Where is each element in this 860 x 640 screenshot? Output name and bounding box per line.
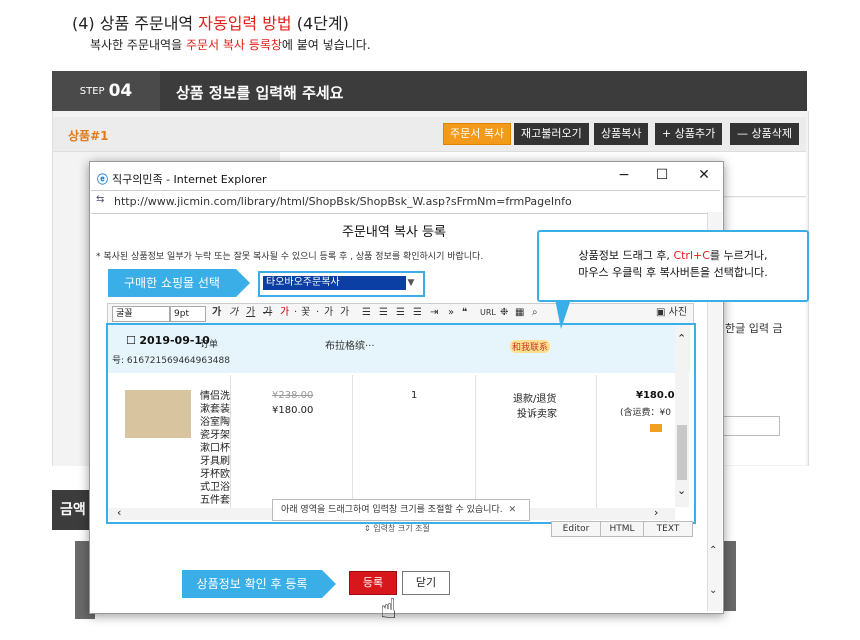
subscript-icon[interactable]: 가 xyxy=(340,306,349,320)
superscript-icon[interactable]: 가 xyxy=(324,306,333,320)
underline-icon[interactable]: 가 xyxy=(246,306,255,320)
close-icon[interactable]: ✕ xyxy=(694,167,714,183)
subheading-highlight: 주문서 복사 등록창 xyxy=(185,38,282,52)
bold-icon[interactable]: 가 xyxy=(212,306,221,320)
column-divider xyxy=(596,375,597,513)
form-hint-text: , 한글 입력 금 xyxy=(718,322,783,335)
page-heading: (4) 상품 주문내역 자동입력 방법 (4단계) xyxy=(72,14,349,33)
ie-window-title: ⓔ 직구의민족 - Internet Explorer xyxy=(97,173,267,186)
product-add-button[interactable]: + 상품추가 xyxy=(655,123,723,145)
mall-select-callout: 구매한 쇼핑몰 선택 xyxy=(108,269,236,297)
heading-highlight: 자동입력 방법 xyxy=(198,14,292,33)
editor-vscroll-thumb[interactable] xyxy=(677,425,687,480)
maximize-icon[interactable]: ☐ xyxy=(652,167,672,183)
product-copy-button[interactable]: 상품복사 xyxy=(594,123,649,145)
tab-html[interactable]: HTML xyxy=(600,521,644,537)
scroll-up-icon[interactable]: ⌃ xyxy=(709,545,717,556)
reload-stock-button[interactable]: 재고불러오기 xyxy=(514,123,589,145)
align-justify-icon[interactable]: ☰ xyxy=(413,306,422,320)
ie-logo-icon: ⓔ xyxy=(97,173,108,186)
order-keyword: 订单 xyxy=(200,340,219,350)
scroll-up-icon[interactable]: ⌃ xyxy=(677,332,686,345)
callout-arrow xyxy=(236,269,250,297)
font-color-icon[interactable]: 가 xyxy=(280,306,289,320)
step-bar xyxy=(52,71,807,111)
order-date: ☐ 2019-09-10 xyxy=(126,334,210,347)
complaint-link: 投诉卖家 xyxy=(517,409,557,420)
order-copy-button[interactable]: 주문서 복사 xyxy=(443,123,512,145)
column-divider xyxy=(352,375,353,513)
callout-tail xyxy=(555,299,571,329)
photo-button[interactable]: ▣ 사진 xyxy=(656,306,687,320)
column-divider xyxy=(475,375,476,513)
quote-icon[interactable]: ❝ xyxy=(462,306,467,320)
scroll-left-icon[interactable]: ‹ xyxy=(117,506,121,519)
refund-link: 退款/退货 xyxy=(513,394,557,405)
highlight-icon[interactable]: 꽃 xyxy=(301,306,310,320)
scroll-right-icon[interactable]: › xyxy=(654,506,658,519)
callout-line-1: 상품정보 드래그 후, Ctrl+C를 누르거나, xyxy=(578,249,768,262)
align-left-icon[interactable]: ☰ xyxy=(362,306,371,320)
font-select[interactable]: 굴꼴 xyxy=(112,306,170,322)
resize-handle[interactable]: ⇕ 입력창 크기 조절 xyxy=(364,523,430,534)
shipping-note: (含运费：¥0 xyxy=(620,408,671,418)
toolbar-separator: · xyxy=(294,307,298,318)
shop-name: 布拉格缤··· xyxy=(325,341,375,352)
link-icon[interactable]: URL xyxy=(480,306,496,320)
sale-price: ¥180.00 xyxy=(272,405,314,416)
step-title: 상품 정보를 입력해 주세요 xyxy=(176,84,344,102)
align-center-icon[interactable]: ☰ xyxy=(379,306,388,320)
callout-line-2: 마우스 우클릭 후 복사버튼을 선택합니다. xyxy=(578,266,768,279)
column-divider xyxy=(230,375,231,513)
order-total: ¥180.0 xyxy=(636,390,675,401)
search-icon[interactable]: ⌕ xyxy=(532,306,538,320)
callout-arrow xyxy=(322,570,336,598)
card-icon xyxy=(650,424,662,432)
toolbar-separator: · xyxy=(316,307,320,318)
product-delete-button[interactable]: — 상품삭제 xyxy=(730,123,799,145)
product-label: 상품#1 xyxy=(68,129,109,143)
quantity: 1 xyxy=(411,390,418,401)
drag-tooltip: 아래 영역을 드래그하여 입력창 크기를 조절할 수 있습니다. ✕ xyxy=(272,499,530,521)
form-input[interactable] xyxy=(718,416,780,436)
table-icon[interactable]: ▦ xyxy=(515,306,524,320)
strike-icon[interactable]: 가 xyxy=(263,306,272,320)
indent-icon[interactable]: ⇥ xyxy=(430,306,438,320)
italic-icon[interactable]: 가 xyxy=(229,306,238,320)
checkbox[interactable]: ☐ xyxy=(126,334,139,347)
product-name: 情侣洗漱套装浴室陶瓷牙架漱口杯牙具刷牙杯欧式卫浴五件套 xyxy=(200,391,230,506)
close-button[interactable]: 닫기 xyxy=(402,571,450,595)
font-size-select[interactable]: 9pt xyxy=(170,306,206,322)
contact-seller-badge[interactable]: 和我联系 xyxy=(510,340,551,353)
dialog-title: 주문내역 복사 등록 xyxy=(342,225,446,240)
register-callout: 상품정보 확인 후 등록 xyxy=(182,570,322,598)
scroll-down-icon[interactable]: ⌄ xyxy=(677,484,686,497)
minimize-icon[interactable]: − xyxy=(614,167,634,183)
close-icon[interactable]: ✕ xyxy=(509,505,517,515)
scroll-down-icon[interactable]: ⌄ xyxy=(709,585,717,596)
align-right-icon[interactable]: ☰ xyxy=(396,306,405,320)
original-price: ¥238.00 xyxy=(272,390,314,401)
tab-text[interactable]: TEXT xyxy=(643,521,693,537)
chevron-down-icon[interactable]: ▼ xyxy=(404,276,418,290)
more-icon[interactable]: » xyxy=(448,306,454,320)
hand-pointer-icon: ☝ xyxy=(380,592,398,625)
amount-section-label: 금액 xyxy=(52,490,90,530)
dialog-notice: * 복사된 상품정보 일부가 누락 또는 잘못 복사될 수 있으니 등록 후 ,… xyxy=(96,252,484,262)
tab-editor[interactable]: Editor xyxy=(551,521,601,537)
address-url[interactable]: http://www.jicmin.com/library/html/ShopB… xyxy=(114,195,572,208)
mall-select[interactable]: 타오바오주문복사 xyxy=(263,276,406,290)
page-icon: ⇆ xyxy=(96,194,105,205)
order-number: 号: 616721569464963488 xyxy=(112,356,230,366)
emoticon-icon[interactable]: ❉ xyxy=(500,306,508,320)
page-subheading: 복사한 주문내역을 주문서 복사 등록창에 붙여 넣습니다. xyxy=(90,38,371,52)
step-number-box: STEP 04 xyxy=(52,71,160,111)
product-thumbnail xyxy=(125,390,191,438)
